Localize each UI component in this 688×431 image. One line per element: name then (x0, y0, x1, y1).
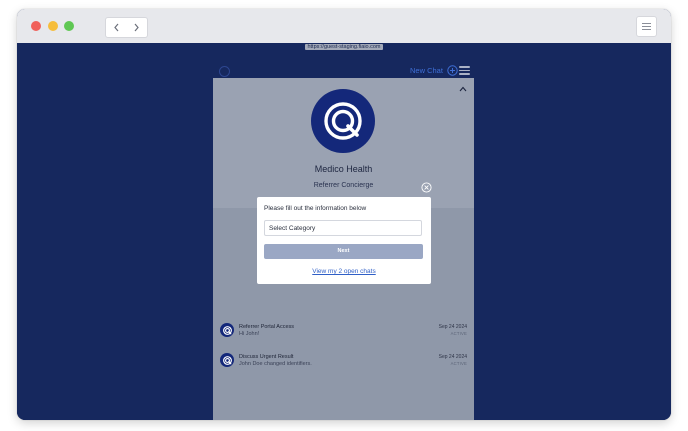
hamburger-icon (459, 66, 470, 68)
category-select[interactable]: Select Category (264, 220, 422, 236)
minimize-window-button[interactable] (48, 21, 58, 31)
avatar (220, 323, 234, 337)
status-badge: ACTIVE (450, 361, 467, 366)
chat-date: Sep 24 2024 (438, 354, 467, 360)
status-circle-icon (219, 66, 230, 77)
next-button[interactable]: Next (264, 244, 423, 259)
brand-logo (311, 89, 375, 153)
new-chat-label: New Chat (410, 65, 443, 75)
chat-list: Referrer Portal Access Hi John! Sep 24 2… (213, 319, 474, 379)
close-window-button[interactable] (31, 21, 41, 31)
app-content: New Chat Medico Health Referrer Concierg… (17, 43, 671, 420)
forward-button[interactable] (126, 17, 148, 38)
browser-titlebar (17, 9, 671, 43)
avatar (220, 353, 234, 367)
at-sign-logo-icon (222, 355, 232, 365)
url-text: https://guest-staging.fiaio.com (305, 44, 383, 50)
list-item[interactable]: Referrer Portal Access Hi John! Sep 24 2… (213, 319, 474, 349)
chat-preview: Hi John! (239, 331, 260, 337)
category-modal: Please fill out the information below Se… (257, 197, 431, 284)
brand-subtitle: Referrer Concierge (313, 182, 374, 189)
url-label: https://guest-staging.fiaio.com (17, 44, 671, 50)
browser-menu-button[interactable] (636, 16, 657, 37)
maximize-window-button[interactable] (64, 21, 74, 31)
chat-date: Sep 24 2024 (438, 324, 467, 330)
at-sign-logo-icon (222, 325, 232, 335)
new-chat-button[interactable]: New Chat (410, 63, 458, 77)
open-chats-link[interactable]: View my 2 open chats (257, 268, 431, 275)
browser-window: New Chat Medico Health Referrer Concierg… (17, 9, 671, 420)
at-sign-logo-icon (324, 102, 362, 140)
status-badge: ACTIVE (450, 331, 467, 336)
plus-circle-icon (447, 64, 458, 76)
chevron-right-icon (134, 23, 139, 32)
back-button[interactable] (105, 17, 128, 38)
app-menu-button[interactable] (459, 66, 470, 75)
hamburger-icon (642, 23, 651, 30)
panel-header: Medico Health Referrer Concierge (213, 78, 474, 208)
chevron-up-icon[interactable] (459, 86, 467, 92)
modal-title: Please fill out the information below (264, 205, 367, 212)
chevron-left-icon (114, 23, 119, 32)
chat-title: Discuss Urgent Result (239, 354, 294, 360)
brand-name: Medico Health (314, 164, 373, 174)
chat-preview: John Doe changed identifiers. (239, 361, 312, 367)
chat-title: Referrer Portal Access (239, 324, 295, 330)
list-item[interactable]: Discuss Urgent Result John Doe changed i… (213, 349, 474, 379)
close-circle-icon[interactable] (421, 182, 432, 193)
